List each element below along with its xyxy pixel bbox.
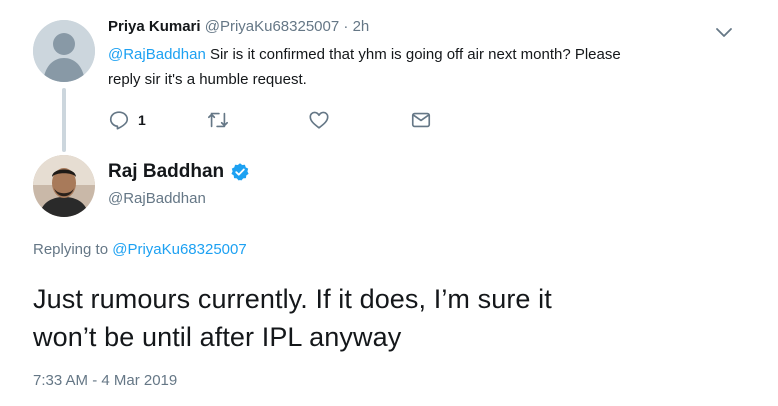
replying-to-handle-link[interactable]: @PriyaKu68325007	[112, 241, 247, 258]
raj-name-row: Raj Baddhan	[108, 158, 250, 186]
parent-tweet-header: Priya Kumari @PriyaKu68325007 · 2h	[108, 16, 369, 38]
focal-tweet-text: Just rumours currently. If it does, I’m …	[33, 280, 753, 356]
parent-avatar[interactable]	[33, 20, 95, 82]
parent-author-handle[interactable]: @PriyaKu68325007	[205, 18, 340, 35]
raj-author-name[interactable]: Raj Baddhan	[108, 161, 224, 183]
parent-author-name[interactable]: Priya Kumari	[108, 18, 201, 35]
parent-tweet-text: @RajBaddhan Sir is it confirmed that yhm…	[108, 42, 728, 92]
replying-to-line: Replying to @PriyaKu68325007	[33, 241, 247, 258]
heart-icon	[309, 111, 329, 129]
raj-avatar[interactable]	[33, 155, 95, 217]
tweet-timestamp[interactable]: 7:33 AM - 4 Mar 2019	[33, 372, 177, 389]
retweet-button[interactable]	[206, 106, 230, 134]
profile-photo-icon	[33, 155, 95, 217]
parent-text-line2: reply sir it's a humble request.	[108, 71, 307, 88]
direct-message-button[interactable]	[410, 106, 432, 134]
parent-tweet-actions: 1	[108, 106, 448, 134]
raj-author-handle[interactable]: @RajBaddhan	[108, 190, 206, 207]
reply-count: 1	[138, 112, 146, 128]
envelope-icon	[411, 112, 431, 128]
mention-link[interactable]: @RajBaddhan	[108, 46, 206, 63]
parent-text-line1: Sir is it confirmed that yhm is going of…	[205, 46, 621, 63]
reply-icon	[109, 111, 129, 130]
thread-connector-line	[62, 88, 66, 152]
retweet-icon	[208, 112, 228, 128]
header-separator: ·	[343, 18, 349, 35]
tweet-menu-button[interactable]	[712, 20, 736, 44]
verified-badge-icon	[231, 163, 249, 181]
chevron-down-icon	[716, 28, 732, 37]
like-button[interactable]	[308, 106, 330, 134]
focal-text-line2: won’t be until after IPL anyway	[33, 322, 402, 352]
focal-text-line1: Just rumours currently. If it does, I’m …	[33, 284, 552, 314]
reply-button[interactable]: 1	[108, 106, 146, 134]
replying-to-label: Replying to	[33, 241, 113, 258]
parent-tweet-time[interactable]: 2h	[353, 18, 370, 35]
default-profile-icon	[33, 20, 95, 82]
